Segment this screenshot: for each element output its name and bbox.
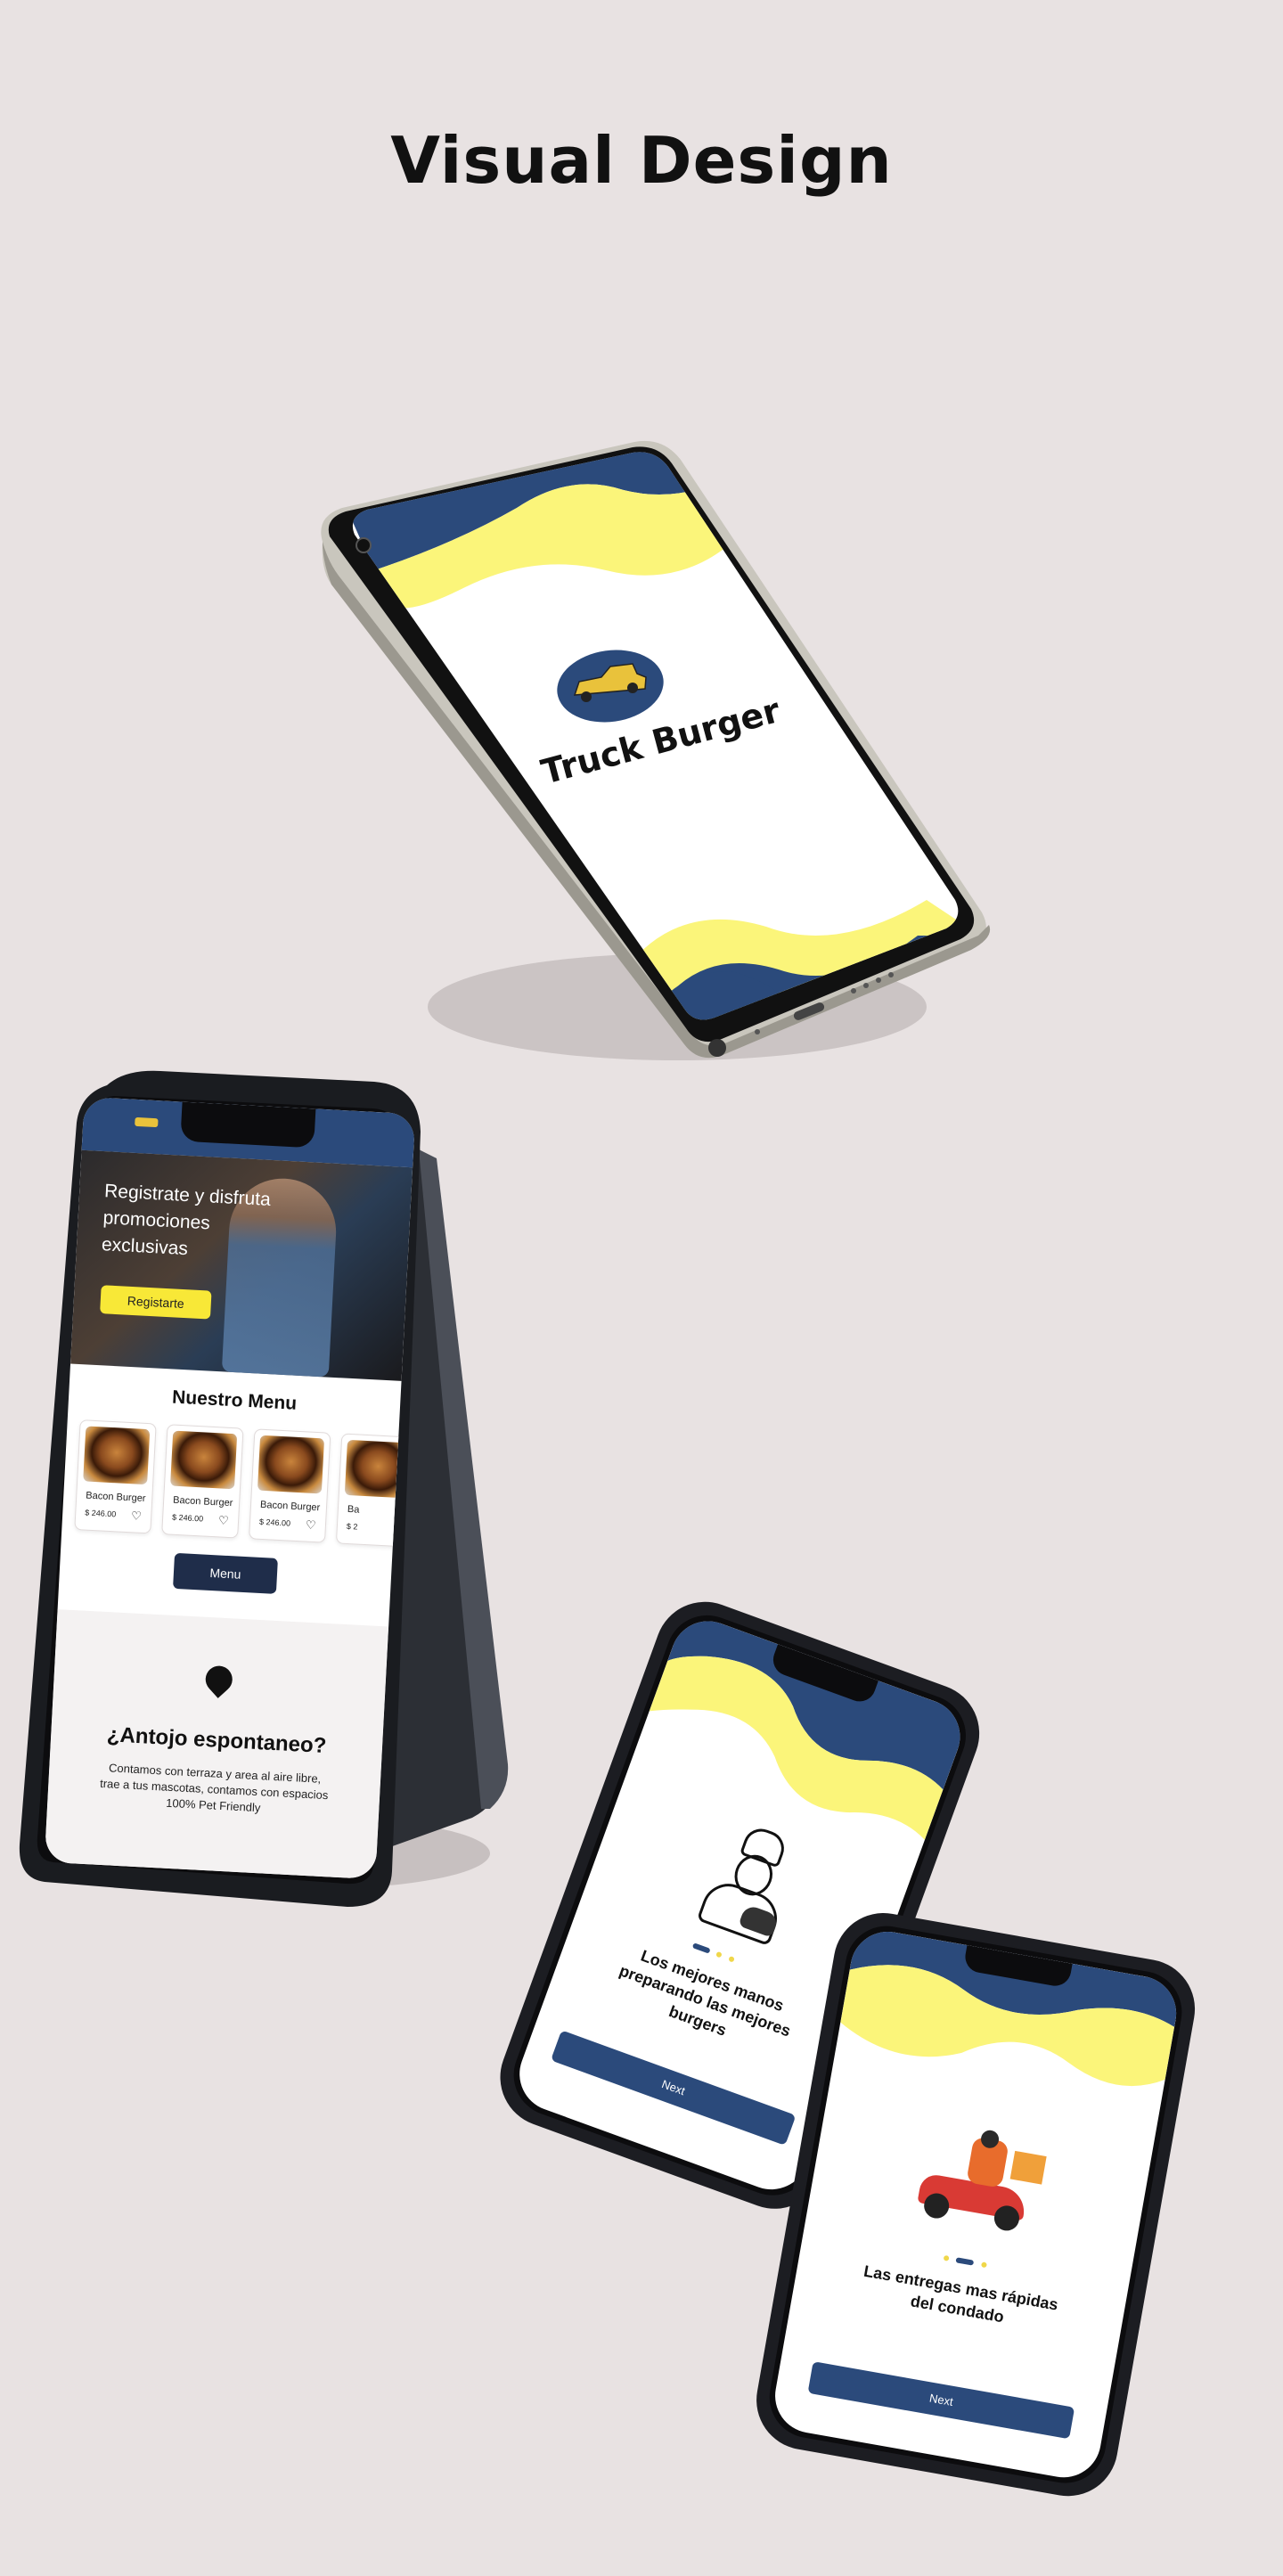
onboarding-text-2: Las entregas mas rápidas del condado [862, 2261, 1060, 2327]
next-button[interactable]: Next [807, 2361, 1075, 2440]
menu-item-price: $ 246.00 [171, 1512, 204, 1524]
burger-image [257, 1435, 325, 1494]
hero-text: Registrate y disfruta promociones exclus… [101, 1181, 272, 1260]
menu-item-name: Bacon Burger [172, 1494, 233, 1509]
home-screen: Registrate y disfruta promociones exclus… [44, 1096, 416, 1880]
menu-item-name: Ba [347, 1503, 360, 1516]
heart-icon[interactable]: ♡ [131, 1509, 142, 1524]
splash-phone: Truck Burger [321, 440, 991, 1060]
pager-dots [943, 2249, 988, 2272]
chef-illustration [689, 1815, 809, 1947]
burger-image [170, 1430, 238, 1490]
menu-card[interactable]: Bacon Burger $ 246.00 ♡ [249, 1428, 331, 1543]
page-title: Visual Design [390, 123, 893, 198]
menu-item-price: $ 246.00 [258, 1517, 291, 1528]
menu-card[interactable]: Bacon Burger $ 246.00 ♡ [74, 1419, 157, 1534]
hero-banner: Registrate y disfruta promociones exclus… [70, 1149, 413, 1381]
menu-title: Nuestro Menu [171, 1386, 298, 1414]
notch [180, 1101, 316, 1149]
pager-dots [691, 1937, 737, 1967]
burger-image [83, 1426, 151, 1485]
heart-icon[interactable]: ♡ [306, 1518, 316, 1533]
truck-mini-icon [135, 1116, 159, 1128]
menu-item-name: Bacon Burger [259, 1499, 321, 1514]
scooter-illustration [915, 2120, 1055, 2238]
register-button[interactable]: Registarte [100, 1285, 212, 1320]
home-phone: Registrate y disfruta promociones exclus… [18, 1069, 517, 1925]
menu-button[interactable]: Menu [173, 1552, 278, 1594]
menu-card[interactable]: Bacon Burger $ 246.00 ♡ [161, 1424, 244, 1539]
menu-item-price: $ 246.00 [85, 1508, 117, 1519]
heart-icon[interactable]: ♡ [218, 1513, 229, 1528]
menu-item-name: Bacon Burger [86, 1490, 146, 1505]
menu-item-price: $ 2 [346, 1521, 358, 1532]
